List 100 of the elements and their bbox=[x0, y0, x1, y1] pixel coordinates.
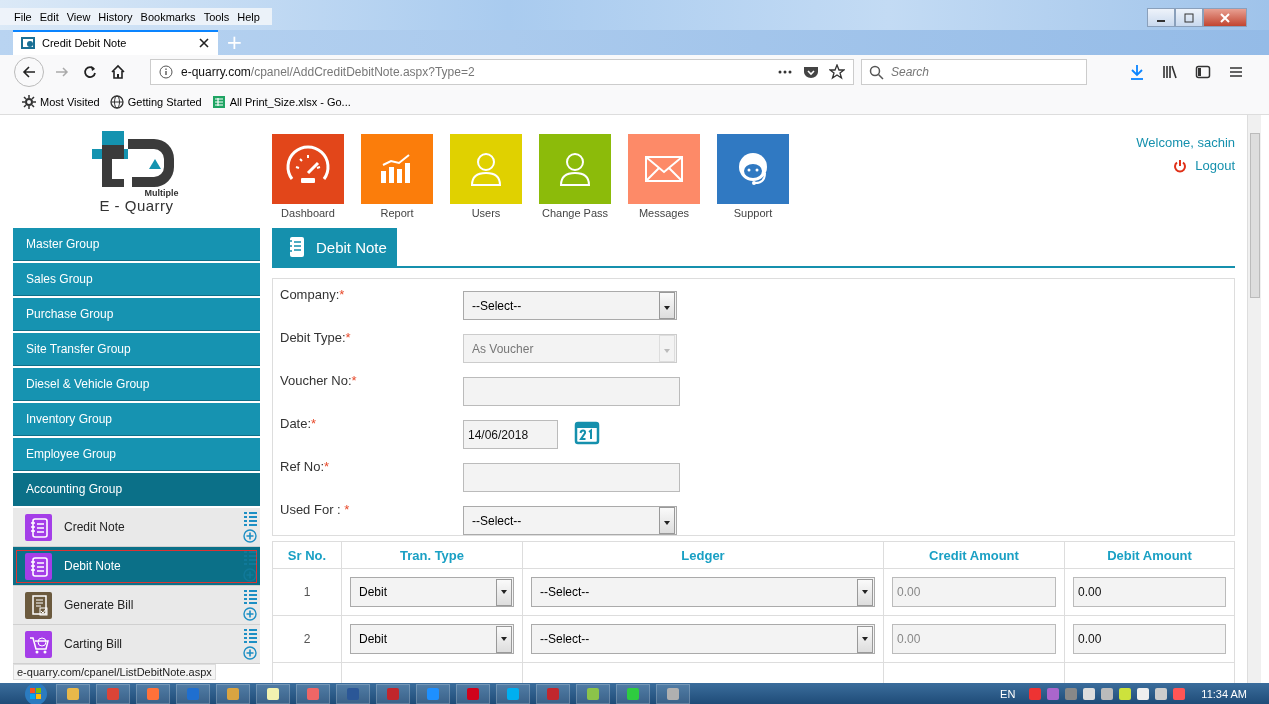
sidebar-group[interactable]: Diesel & Vehicle Group bbox=[13, 368, 260, 401]
search-field[interactable]: Search bbox=[861, 59, 1087, 86]
section-tab[interactable]: Debit Note bbox=[272, 228, 397, 266]
taskbar-app-icon[interactable] bbox=[56, 683, 90, 704]
amount-field[interactable]: 0.00 bbox=[1073, 624, 1226, 654]
library-icon[interactable] bbox=[1162, 64, 1178, 81]
sidebar-group[interactable]: Inventory Group bbox=[13, 403, 260, 436]
menu-item[interactable]: Tools bbox=[203, 10, 230, 23]
browser-tab[interactable]: Credit Debit Note bbox=[13, 29, 218, 55]
dropdown-arrow-icon bbox=[500, 589, 508, 595]
add-icon[interactable] bbox=[243, 646, 257, 660]
dropdown-arrow-icon bbox=[500, 636, 508, 642]
url-text: e-quarry.com/cpanel/AddCreditDebitNote.aspx?Type=2 bbox=[181, 65, 476, 80]
dropdown[interactable]: --Select-- bbox=[463, 291, 677, 320]
gear-icon bbox=[22, 95, 36, 110]
sidebar-group[interactable]: Purchase Group bbox=[13, 298, 260, 331]
column-header: Ledger bbox=[522, 541, 884, 569]
tray-icon[interactable] bbox=[1155, 687, 1168, 700]
column-header: Debit Amount bbox=[1064, 541, 1235, 569]
close-icon bbox=[1219, 12, 1231, 23]
address-bar[interactable]: e-quarry.com/cpanel/AddCreditDebitNote.aspx?Type=2 bbox=[150, 59, 854, 86]
input-field[interactable] bbox=[463, 377, 680, 406]
reload-icon[interactable] bbox=[82, 64, 98, 81]
dropdown[interactable]: --Select-- bbox=[531, 624, 875, 654]
restore-icon bbox=[1183, 12, 1195, 23]
status-url: e-quarry.com/cpanel/ListDebitNote.aspx bbox=[13, 664, 216, 680]
menu-item[interactable]: View bbox=[66, 10, 91, 23]
start-button[interactable] bbox=[22, 682, 50, 704]
minimize-button[interactable] bbox=[1147, 8, 1175, 27]
home-icon[interactable] bbox=[110, 64, 126, 81]
dropdown[interactable]: Debit bbox=[350, 624, 514, 654]
scrollbar[interactable] bbox=[1247, 115, 1261, 683]
pocket-icon[interactable] bbox=[803, 65, 819, 80]
logout-link[interactable]: Logout bbox=[1173, 158, 1235, 173]
dropdown-arrow-icon bbox=[861, 636, 869, 642]
table-cell: 1 bbox=[272, 568, 342, 616]
dropdown[interactable]: --Select-- bbox=[463, 506, 677, 535]
taskbar-app-icon[interactable] bbox=[256, 683, 290, 704]
list-icon[interactable] bbox=[243, 511, 257, 526]
taskbar-app-icon[interactable] bbox=[336, 683, 370, 704]
welcome-text: Welcome, sachin bbox=[1136, 135, 1235, 150]
download-icon[interactable] bbox=[1129, 64, 1145, 81]
bookmark-link[interactable]: Getting Started bbox=[109, 95, 202, 110]
column-header: Tran. Type bbox=[341, 541, 523, 569]
dropdown-arrow-icon bbox=[663, 520, 671, 526]
calendar-icon[interactable] bbox=[574, 419, 600, 445]
bookmark-link[interactable]: All Print_Size.xlsx - Go... bbox=[211, 95, 351, 110]
dropdown[interactable]: Debit bbox=[350, 577, 514, 607]
sidebar-item[interactable]: Credit Note bbox=[13, 508, 260, 547]
field-label: Ref No:* bbox=[280, 458, 331, 474]
tab-title: Credit Debit Note bbox=[42, 37, 128, 50]
close-icon[interactable] bbox=[198, 37, 210, 50]
site-icon bbox=[21, 36, 35, 51]
clock[interactable]: 11:34 AM bbox=[1201, 687, 1247, 700]
dropdown-arrow-icon bbox=[663, 305, 671, 311]
field-label: Used For : * bbox=[280, 501, 351, 517]
search-icon bbox=[869, 65, 884, 81]
amount-field[interactable]: 0.00 bbox=[1073, 577, 1226, 607]
sidebar-group[interactable]: Accounting Group bbox=[13, 473, 260, 506]
bookmark-link[interactable]: Most Visited bbox=[22, 95, 100, 110]
menu-item[interactable]: Help bbox=[237, 10, 260, 23]
list-icon[interactable] bbox=[243, 589, 257, 604]
date-field[interactable]: 14/06/2018 bbox=[463, 420, 558, 449]
field-label: Company:* bbox=[280, 286, 346, 302]
star-icon[interactable] bbox=[829, 64, 845, 81]
dropdown-arrow-icon bbox=[663, 348, 671, 354]
taskbar-app-icon[interactable] bbox=[616, 683, 650, 704]
taskbar-app-icon[interactable] bbox=[216, 683, 250, 704]
tray-icon[interactable] bbox=[1083, 687, 1096, 700]
sidebar-icon[interactable] bbox=[1195, 64, 1211, 81]
sidebar-group[interactable]: Site Transfer Group bbox=[13, 333, 260, 366]
column-header: Credit Amount bbox=[883, 541, 1065, 569]
tray-icon[interactable] bbox=[1101, 687, 1114, 700]
field-label: Date:* bbox=[280, 415, 318, 431]
sidebar-item[interactable]: Carting Bill bbox=[13, 625, 260, 664]
menu-item[interactable]: File bbox=[14, 10, 32, 23]
sidebar-item[interactable]: Generate Bill bbox=[13, 586, 260, 625]
taskbar-app-icon[interactable] bbox=[656, 683, 690, 704]
menu-item[interactable]: History bbox=[98, 10, 133, 23]
sidebar-group[interactable]: Employee Group bbox=[13, 438, 260, 471]
sidebar-group[interactable]: Sales Group bbox=[13, 263, 260, 296]
input-field[interactable] bbox=[463, 463, 680, 492]
add-icon[interactable] bbox=[243, 607, 257, 621]
dropdown-arrow-icon bbox=[861, 589, 869, 595]
dropdown[interactable]: --Select-- bbox=[531, 577, 875, 607]
tray-icon[interactable] bbox=[1119, 687, 1132, 700]
menu-item[interactable]: Edit bbox=[39, 10, 59, 23]
taskbar-app-icon[interactable] bbox=[136, 683, 170, 704]
menu-item[interactable]: Bookmarks bbox=[140, 10, 196, 23]
taskbar-app-icon[interactable] bbox=[576, 683, 610, 704]
minimize-icon bbox=[1157, 19, 1165, 22]
taskbar-app-icon[interactable] bbox=[496, 683, 530, 704]
close-button[interactable] bbox=[1203, 8, 1247, 27]
list-icon[interactable] bbox=[243, 628, 257, 643]
sidebar-group[interactable]: Master Group bbox=[13, 228, 260, 261]
tray-icon[interactable] bbox=[1137, 687, 1150, 700]
language-indicator[interactable]: EN bbox=[1000, 687, 1016, 700]
add-icon[interactable] bbox=[243, 529, 257, 543]
info-icon[interactable] bbox=[159, 65, 173, 80]
logo-text: E - Quarry bbox=[99, 198, 174, 214]
